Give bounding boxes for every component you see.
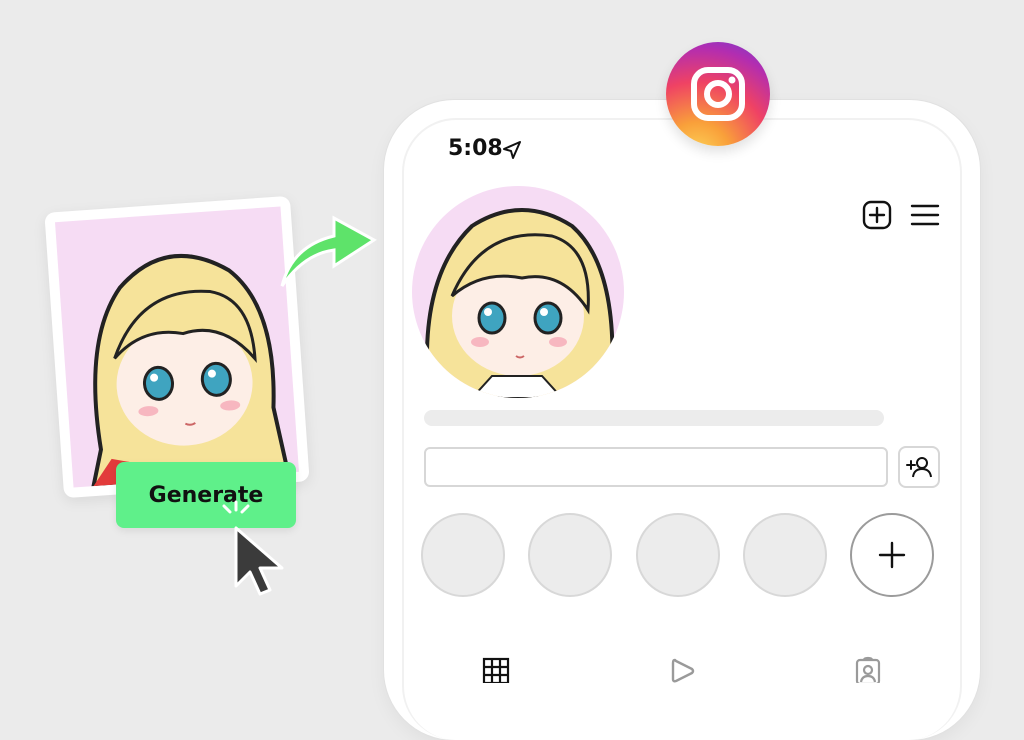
story-highlight[interactable] xyxy=(528,513,612,597)
tab-reels[interactable] xyxy=(664,654,700,683)
story-highlight[interactable] xyxy=(421,513,505,597)
add-person-icon xyxy=(906,457,932,478)
menu-icon xyxy=(910,204,940,226)
instagram-glyph-icon xyxy=(691,67,745,121)
tab-grid[interactable] xyxy=(478,654,514,683)
grid-icon xyxy=(482,657,510,683)
edit-profile-button[interactable] xyxy=(424,447,888,487)
instagram-logo xyxy=(666,42,770,146)
status-time: 5:08 xyxy=(448,136,503,161)
arrow-right-icon xyxy=(280,215,377,287)
anime-girl-image xyxy=(54,206,300,488)
profile-avatar[interactable] xyxy=(412,186,624,398)
cursor-icon xyxy=(234,526,284,596)
play-icon xyxy=(671,658,695,682)
add-person-button[interactable] xyxy=(898,446,940,488)
profile-name-placeholder xyxy=(424,410,884,426)
plus-icon xyxy=(878,541,906,569)
new-post-button[interactable] xyxy=(860,198,894,232)
location-arrow-icon xyxy=(503,141,521,159)
anime-avatar-image xyxy=(424,208,615,398)
generate-button[interactable]: Generate xyxy=(116,462,296,528)
story-highlight[interactable] xyxy=(636,513,720,597)
tab-tagged[interactable] xyxy=(850,654,886,683)
menu-button[interactable] xyxy=(908,198,942,232)
story-highlight[interactable] xyxy=(743,513,827,597)
tagged-person-icon xyxy=(855,656,881,683)
new-post-icon xyxy=(862,200,892,230)
new-highlight-button[interactable] xyxy=(850,513,934,597)
